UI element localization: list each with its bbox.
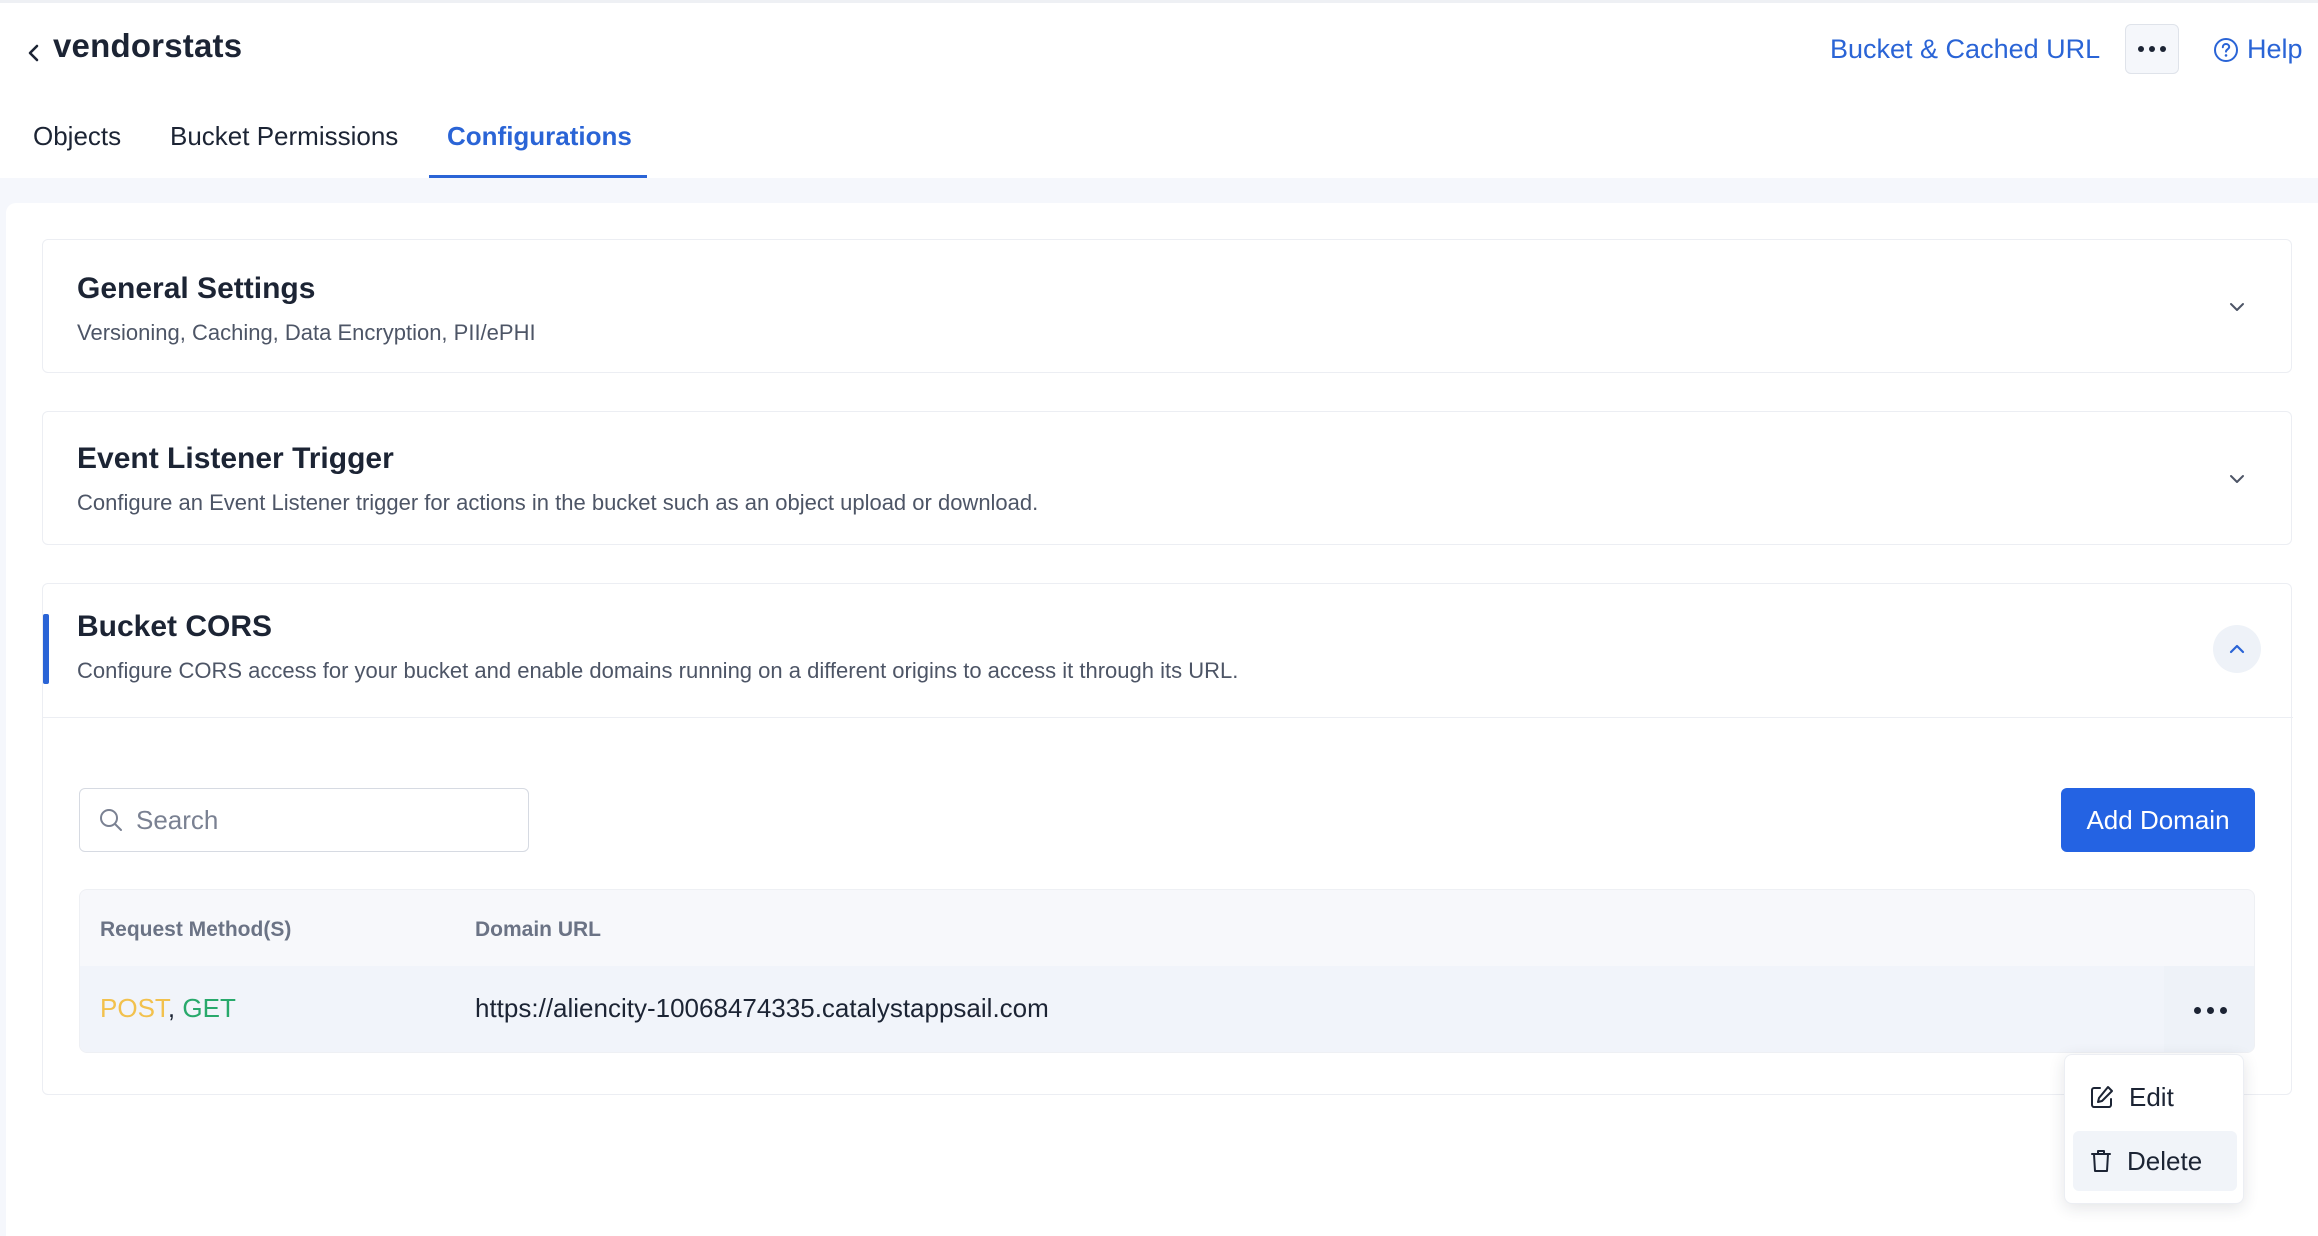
trash-icon bbox=[2091, 1150, 2111, 1172]
event-listener-section[interactable]: Event Listener Trigger Configure an Even… bbox=[42, 411, 2292, 545]
column-header-request-methods: Request Method(S) bbox=[100, 918, 292, 941]
configurations-panel: General Settings Versioning, Caching, Da… bbox=[6, 203, 2318, 1236]
tab-bucket-permissions[interactable]: Bucket Permissions bbox=[170, 111, 398, 181]
section-divider bbox=[43, 717, 2293, 718]
request-methods-cell: POST, GET bbox=[100, 993, 236, 1024]
search-input[interactable] bbox=[136, 804, 516, 836]
search-box[interactable] bbox=[79, 788, 529, 852]
menu-item-edit[interactable]: Edit bbox=[2073, 1067, 2237, 1127]
search-icon bbox=[100, 809, 122, 831]
page-title: vendorstats bbox=[53, 27, 243, 64]
active-tab-indicator bbox=[429, 175, 647, 178]
chevron-up-icon bbox=[2229, 644, 2245, 654]
bucket-cached-url-link[interactable]: Bucket & Cached URL bbox=[1830, 34, 2100, 65]
tab-configurations[interactable]: Configurations bbox=[447, 111, 632, 181]
general-settings-section[interactable]: General Settings Versioning, Caching, Da… bbox=[42, 239, 2292, 373]
method-badge-get: GET bbox=[182, 993, 236, 1023]
method-badge-post: POST bbox=[100, 993, 168, 1023]
menu-item-label: Delete bbox=[2127, 1145, 2203, 1176]
bucket-cors-section: Bucket CORS Configure CORS access for yo… bbox=[42, 583, 2293, 1095]
help-link[interactable]: Help bbox=[2213, 34, 2303, 65]
active-section-indicator bbox=[43, 614, 49, 684]
chevron-left-icon bbox=[28, 44, 39, 62]
back-button[interactable] bbox=[14, 33, 54, 73]
table-row: POST, GET https://aliencity-10068474335.… bbox=[80, 966, 2254, 1052]
tab-bar: Objects Bucket Permissions Configuration… bbox=[0, 111, 900, 181]
menu-item-label: Edit bbox=[2129, 1081, 2174, 1112]
section-subtitle: Versioning, Caching, Data Encryption, PI… bbox=[77, 320, 536, 345]
ellipsis-icon bbox=[2193, 1006, 2201, 1014]
expand-event-listener-button[interactable] bbox=[2213, 455, 2261, 503]
row-actions-button[interactable] bbox=[2164, 966, 2254, 1052]
help-label: Help bbox=[2247, 34, 2303, 64]
ellipsis-icon bbox=[2138, 46, 2144, 52]
column-header-domain-url: Domain URL bbox=[475, 918, 601, 941]
expand-general-settings-button[interactable] bbox=[2213, 283, 2261, 331]
section-title: Event Listener Trigger bbox=[77, 442, 394, 475]
menu-item-delete[interactable]: Delete bbox=[2073, 1131, 2237, 1191]
row-actions-menu: Edit Delete bbox=[2064, 1054, 2244, 1204]
section-title: General Settings bbox=[77, 272, 316, 305]
top-header: vendorstats Bucket & Cached URL Help Obj… bbox=[0, 0, 2318, 178]
domain-url-cell: https://aliencity-10068474335.catalystap… bbox=[475, 993, 1049, 1023]
add-domain-button[interactable]: Add Domain bbox=[2061, 788, 2255, 852]
chevron-down-icon bbox=[2230, 303, 2244, 311]
chevron-down-icon bbox=[2230, 475, 2244, 483]
edit-icon bbox=[2091, 1086, 2113, 1108]
help-circle-icon bbox=[2214, 37, 2238, 62]
section-subtitle: Configure an Event Listener trigger for … bbox=[77, 490, 1039, 515]
method-separator: , bbox=[167, 993, 176, 1023]
cors-table: Request Method(S) Domain URL POST, GET h… bbox=[79, 889, 2255, 1053]
section-subtitle: Configure CORS access for your bucket an… bbox=[77, 658, 1239, 683]
tab-objects[interactable]: Objects bbox=[33, 111, 121, 181]
collapse-bucket-cors-button[interactable] bbox=[2213, 625, 2261, 673]
more-options-button[interactable] bbox=[2125, 24, 2179, 74]
section-title: Bucket CORS bbox=[77, 610, 273, 643]
